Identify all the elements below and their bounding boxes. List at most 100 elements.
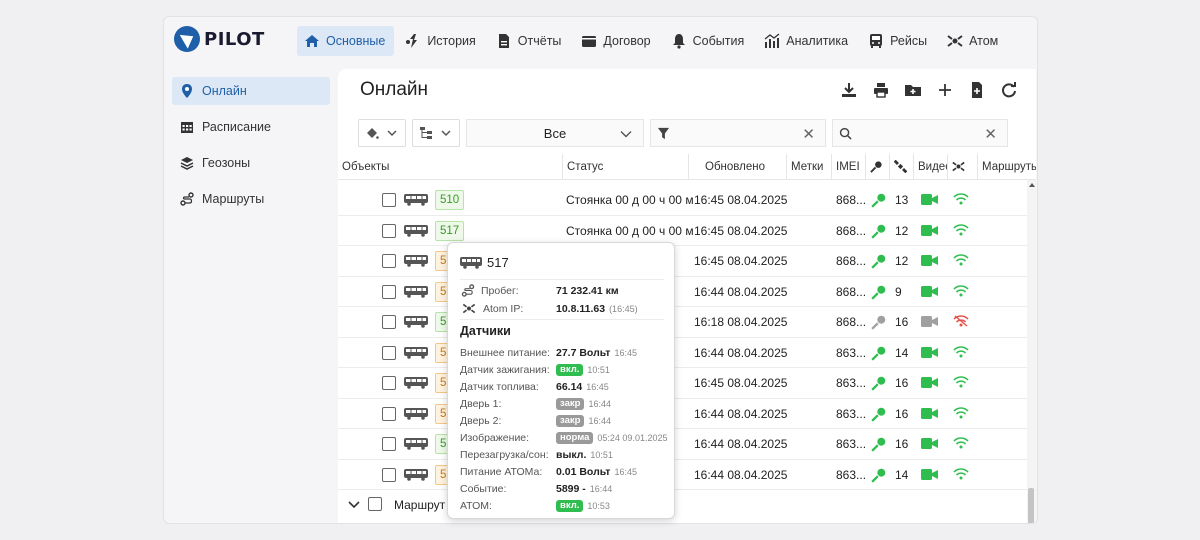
page-title: Онлайн — [360, 79, 429, 100]
table-row[interactable]: 5 16:44 08.04.2025 868... 9 — [338, 277, 1028, 307]
sensor-row: Дверь 1: закр 16:44 — [460, 398, 611, 410]
sensor-row: Датчик топлива: 66.14 16:45 — [460, 381, 609, 393]
route-group-row[interactable]: Маршрут — [338, 490, 1028, 520]
nav-label: Отчёты — [517, 34, 562, 48]
sensor-time: 16:45 — [614, 467, 637, 477]
folder-add-icon[interactable] — [904, 81, 922, 99]
column-header-status[interactable]: Статус — [562, 154, 688, 180]
bus-icon — [404, 346, 428, 362]
sidebar-item-routes[interactable]: Маршруты — [172, 185, 330, 213]
vehicle-number-badge[interactable]: 517 — [435, 220, 465, 241]
bus-icon — [404, 224, 428, 240]
table-row[interactable]: 5м/16:44 08.04.2025863...16 — [338, 399, 1028, 429]
column-header-routes[interactable]: Маршруты — [977, 154, 1036, 180]
sidebar-item-schedule[interactable]: Расписание — [172, 113, 330, 141]
nav-item-atom[interactable]: Атом — [940, 26, 1007, 56]
video-camera-icon[interactable] — [921, 437, 938, 453]
atom-icon — [947, 35, 963, 47]
imei-cell: 863... — [836, 345, 867, 360]
logo-mark-icon — [174, 26, 200, 52]
row-checkbox[interactable] — [382, 437, 396, 451]
sidebar-item-geozones[interactable]: Геозоны — [172, 149, 330, 177]
vehicle-number-badge[interactable]: 510 — [435, 190, 465, 210]
filter-input[interactable]: ✕ — [650, 119, 826, 147]
clear-search-icon[interactable]: ✕ — [984, 125, 997, 143]
fill-color-dropdown[interactable] — [358, 119, 406, 147]
contract-icon — [582, 36, 597, 47]
plus-icon[interactable] — [936, 81, 954, 99]
row-checkbox[interactable] — [382, 376, 396, 390]
column-header-key[interactable] — [865, 154, 889, 180]
video-camera-icon[interactable] — [921, 254, 938, 270]
column-header-video[interactable]: Видео — [913, 154, 947, 180]
video-camera-icon[interactable] — [921, 407, 938, 423]
column-header-satellites[interactable] — [889, 154, 913, 180]
nav-item-sobytiya[interactable]: События — [664, 26, 754, 56]
chevron-down-icon[interactable] — [348, 499, 360, 513]
nav-item-istoriya[interactable]: История — [398, 26, 484, 56]
nav-item-osnovnye[interactable]: Основные — [297, 26, 395, 56]
column-header-imei[interactable]: IMEI — [831, 154, 865, 180]
download-icon[interactable] — [840, 81, 858, 99]
row-checkbox[interactable] — [382, 406, 396, 421]
nav-item-analitika[interactable]: Аналитика — [757, 26, 857, 56]
sensor-value: закр — [556, 398, 585, 410]
vertical-scrollbar[interactable] — [1027, 180, 1036, 523]
table-row[interactable]: 5 16:45 08.04.2025 863... 16 — [338, 368, 1028, 399]
row-checkbox[interactable] — [382, 315, 396, 329]
key-icon — [871, 436, 887, 455]
sensor-row: Перезагрузка/сон: выкл. 10:51 — [460, 449, 613, 461]
nav-item-dogovor[interactable]: Договор — [574, 26, 659, 56]
sidebar: Онлайн Расписание Геозоны Маршруты — [172, 77, 330, 221]
pilot-logo[interactable]: PILOT — [174, 26, 265, 52]
file-add-icon[interactable] — [968, 81, 986, 99]
video-camera-icon[interactable] — [921, 346, 938, 362]
table-row[interactable]: 5 16:44 08.04.2025 863... 14 — [338, 338, 1028, 368]
table-row[interactable]: 510 Стоянка 00 д 00 ч 00 мин 16:45 08.04.2… — [338, 185, 1028, 216]
funnel-icon — [657, 127, 670, 139]
clear-filter-icon[interactable]: ✕ — [802, 125, 815, 143]
refresh-icon[interactable] — [1000, 81, 1018, 99]
updated-cell: 16:44 08.04.2025 — [694, 345, 788, 360]
video-camera-icon[interactable] — [921, 315, 938, 331]
nav-item-reysy[interactable]: Рейсы — [861, 26, 936, 56]
table-row[interactable]: 5мі16:44 08.04.2025863...16 — [338, 429, 1028, 460]
search-input[interactable]: ✕ — [832, 119, 1008, 147]
column-header-updated[interactable]: Обновлено — [688, 154, 786, 180]
updated-cell: 16:45 08.04.2025 — [694, 376, 788, 390]
video-camera-icon[interactable] — [921, 376, 938, 392]
sensor-row: Датчик зажигания: вкл. 10:51 — [460, 364, 610, 376]
group-checkbox[interactable] — [368, 497, 382, 511]
video-camera-icon[interactable] — [921, 468, 938, 484]
print-icon[interactable] — [872, 81, 890, 99]
wifi-icon — [953, 253, 969, 270]
column-header-atom[interactable] — [947, 154, 977, 180]
route-icon — [461, 284, 475, 297]
row-checkbox[interactable] — [382, 467, 396, 482]
nav-item-otchety[interactable]: Отчёты — [489, 26, 571, 56]
row-checkbox[interactable] — [382, 254, 396, 268]
scrollbar-thumb[interactable] — [1028, 488, 1034, 523]
row-checkbox[interactable] — [382, 223, 396, 238]
imei-cell: 868... — [836, 193, 867, 207]
column-header-objects[interactable]: Объекты — [338, 154, 562, 180]
key-icon — [871, 406, 887, 425]
table-row[interactable]: 5ин16:18 08.04.2025868...16 — [338, 307, 1028, 338]
table-row[interactable]: 5мин16:45 08.04.2025868...12 — [338, 246, 1028, 277]
table-row[interactable]: 5 16:44 08.04.2025 863... 14 — [338, 460, 1028, 490]
updated-cell: 16:45 08.04.2025 — [694, 223, 788, 238]
video-camera-icon[interactable] — [921, 193, 938, 209]
row-checkbox[interactable] — [382, 193, 396, 207]
status-select[interactable]: Все — [466, 119, 644, 147]
tree-view-dropdown[interactable] — [412, 119, 460, 147]
scroll-up-icon[interactable] — [1029, 183, 1035, 187]
sidebar-item-online[interactable]: Онлайн — [172, 77, 330, 105]
row-checkbox[interactable] — [382, 284, 396, 299]
video-camera-icon[interactable] — [921, 224, 938, 240]
row-checkbox[interactable] — [382, 345, 396, 360]
table-row[interactable]: 517 Стоянка 00 д 00 ч 00 мин 16:45 08.04.2… — [338, 216, 1028, 246]
sensor-row: Внешнее питание: 27.7 Вольт 16:45 — [460, 347, 637, 359]
divider — [460, 319, 664, 320]
video-camera-icon[interactable] — [921, 285, 938, 301]
column-header-tags[interactable]: Метки — [786, 154, 831, 180]
